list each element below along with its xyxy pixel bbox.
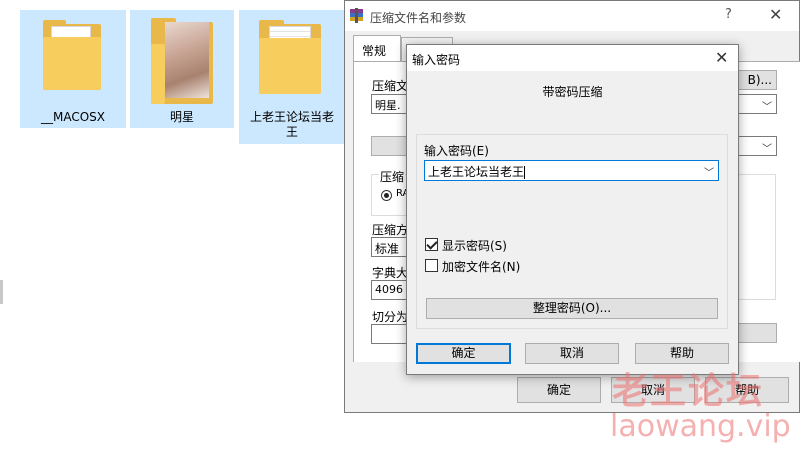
browse-button[interactable]: B)... [735, 70, 777, 90]
split-label: 切分为 [372, 310, 409, 324]
dialog-title: 压缩文件名和参数 [370, 11, 467, 25]
cancel-label: 取消 [559, 346, 584, 360]
password-dialog: 输入密码 ✕ 带密码压缩 输入密码(E) 上老王论坛当老王 ﹀ 显示密码(S) … [406, 44, 739, 375]
help-label: 帮助 [669, 346, 694, 360]
winrar-icon [350, 8, 363, 23]
file-name-label: 明星 [169, 110, 194, 124]
folder-mingxing[interactable]: 明星 [130, 10, 234, 128]
folder-macosx[interactable]: __MACOSX [20, 10, 126, 128]
text-caret [524, 166, 526, 179]
method-value: 标准 [375, 242, 400, 256]
watermark-url: laowang.vip [610, 409, 791, 444]
password-input-label: 输入密码(E) [424, 144, 489, 158]
help-button[interactable]: 帮助 [635, 343, 729, 364]
organize-passwords-label: 整理密码(O)... [532, 301, 612, 315]
tab-label: 常规 [362, 44, 387, 58]
archive-name-input[interactable]: 明星. [371, 94, 409, 114]
options-group [735, 174, 776, 300]
close-icon[interactable]: ✕ [769, 5, 782, 24]
folder-icon [43, 20, 101, 90]
password-dialog-subtitle: 带密码压缩 [542, 85, 603, 99]
close-icon[interactable]: ✕ [715, 48, 728, 67]
dictionary-value: 4096 [375, 283, 403, 296]
update-mode-dropdown[interactable]: ﹀ [735, 136, 777, 156]
archive-name-dropdown[interactable]: ﹀ [735, 94, 777, 114]
encrypt-filenames-label: 加密文件名(N) [442, 260, 521, 274]
password-dialog-titlebar: 输入密码 ✕ [407, 45, 738, 71]
method-dropdown[interactable]: 标准 [371, 237, 409, 257]
file-name-label: __MACOSX [40, 110, 105, 124]
password-dialog-title: 输入密码 [412, 53, 461, 67]
ok-button[interactable]: 确定 [517, 377, 601, 403]
chevron-down-icon: ﹀ [762, 102, 772, 113]
tab-general[interactable]: 常规 [353, 35, 401, 63]
ok-button[interactable]: 确定 [416, 343, 511, 364]
split-input[interactable] [371, 324, 409, 344]
chevron-down-icon[interactable]: ﹀ [704, 164, 714, 179]
folder-laowang[interactable]: 上老王论坛当老王 [239, 10, 345, 144]
method-label: 压缩方 [372, 223, 409, 237]
scroll-edge [0, 280, 3, 304]
file-name-label: 上老王论坛当老王 [249, 110, 334, 139]
show-password-label: 显示密码(S) [442, 239, 507, 253]
show-password-checkbox[interactable] [425, 238, 438, 251]
organize-passwords-button[interactable]: 整理密码(O)... [426, 298, 718, 319]
dialog-titlebar: 压缩文件名和参数 ? ✕ [345, 1, 799, 31]
chevron-down-icon: ﹀ [762, 144, 772, 155]
folder-icon [259, 20, 321, 94]
browse-label: B)... [747, 73, 772, 87]
password-input[interactable]: 上老王论坛当老王 ﹀ [424, 160, 719, 181]
photo-thumbnail [165, 22, 209, 98]
photo-folder-icon [151, 18, 213, 104]
password-value: 上老王论坛当老王 [428, 165, 525, 179]
format-group-label: 压缩 [379, 168, 406, 185]
profile-button[interactable] [371, 136, 409, 156]
archive-name-label: 压缩文 [372, 79, 409, 93]
format-rar-radio[interactable] [381, 190, 392, 201]
cancel-button[interactable]: 取消 [525, 343, 619, 364]
ok-label: 确定 [546, 383, 571, 397]
set-password-button[interactable] [735, 323, 777, 343]
dictionary-label: 字典大 [372, 266, 409, 280]
archive-name-value: 明星. [375, 99, 401, 112]
ok-label: 确定 [451, 346, 476, 360]
encrypt-filenames-checkbox[interactable] [425, 259, 438, 272]
dictionary-dropdown[interactable]: 4096 [371, 280, 409, 300]
help-icon[interactable]: ? [725, 7, 732, 22]
watermark-logo-text: 老王论坛 [612, 371, 765, 412]
